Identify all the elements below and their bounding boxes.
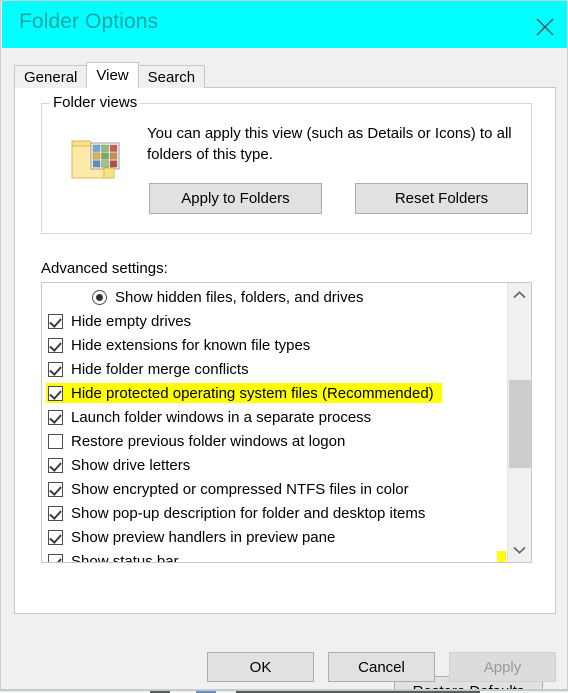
setting-label: Hide empty drives [71,312,192,330]
setting-label: Show encrypted or compressed NTFS files … [71,480,409,498]
setting-checkbox[interactable] [48,409,63,425]
setting-checkbox[interactable] [48,313,63,329]
stray-highlighter-mark [497,551,506,562]
advanced-settings-label: Advanced settings: [41,260,168,277]
setting-label: Hide protected operating system files (R… [71,384,434,402]
restore-defaults-label: Restore Defaults [413,683,525,689]
setting-label: Show drive letters [71,456,191,474]
setting-row[interactable]: Restore previous folder windows at logon [42,429,506,453]
folder-views-group: Folder views You can apply this view (su… [41,94,532,234]
ok-button[interactable]: OK [207,652,314,682]
close-button[interactable] [522,1,567,48]
apply-label: Apply [483,658,522,676]
cancel-button[interactable]: Cancel [328,652,435,682]
setting-checkbox[interactable] [48,505,63,521]
tab-general[interactable]: General [14,65,88,88]
scroll-down-button[interactable] [508,538,531,562]
setting-row[interactable]: Show status bar [42,549,506,563]
tab-view-label: View [96,67,129,84]
apply-to-folders-label: Apply to Folders [181,190,290,207]
reset-folders-button[interactable]: Reset Folders [355,183,528,214]
window-title: Folder Options [19,10,159,33]
folder-with-thumbnails-icon [71,140,120,179]
cancel-label: Cancel [358,658,405,676]
setting-row[interactable]: Show pop-up description for folder and d… [42,501,506,525]
setting-label: Launch folder windows in a separate proc… [71,408,372,426]
tab-search[interactable]: Search [137,65,206,88]
chevron-down-icon [513,546,526,554]
advanced-settings-items: Show hidden files, folders, and drives Hi… [42,283,506,563]
setting-label: Restore previous folder windows at logon [71,432,346,450]
setting-checkbox[interactable] [48,385,63,401]
folder-views-legend: Folder views [50,94,141,111]
scrollbar-thumb[interactable] [509,380,531,468]
view-tab-panel: Folder views You can apply this view (su… [14,87,556,689]
setting-label: Show preview handlers in preview pane [71,528,336,546]
tab-view[interactable]: View [86,62,139,88]
setting-checkbox[interactable] [48,433,63,449]
folder-views-description: You can apply this view (such as Details… [147,125,512,163]
advanced-settings-listbox[interactable]: Show hidden files, folders, and drives Hi… [41,282,532,563]
ok-label: OK [249,658,272,676]
setting-radio[interactable] [92,289,107,305]
setting-row[interactable]: Hide extensions for known file types [42,333,506,357]
title-bar: Folder Options [2,1,567,48]
setting-row[interactable]: Hide protected operating system files (R… [42,381,506,405]
folder-options-dialog: Folder Options General View Search Folde… [0,0,568,690]
settings-scrollbar[interactable] [507,283,531,562]
setting-checkbox[interactable] [48,481,63,497]
apply-to-folders-button[interactable]: Apply to Folders [149,183,322,214]
apply-button: Apply [449,652,556,682]
setting-checkbox[interactable] [48,553,63,562]
setting-label: Show hidden files, folders, and drives [115,288,364,306]
scroll-up-button[interactable] [508,283,531,307]
setting-row[interactable]: Hide empty drives [42,309,506,333]
setting-row[interactable]: Show drive letters [42,453,506,477]
setting-checkbox[interactable] [48,361,63,377]
tab-general-label: General [24,68,78,86]
setting-checkbox[interactable] [48,337,63,353]
reset-folders-label: Reset Folders [394,190,489,207]
tab-search-label: Search [147,68,196,86]
setting-row[interactable]: Hide folder merge conflicts [42,357,506,381]
setting-row[interactable]: Show encrypted or compressed NTFS files … [42,477,506,501]
setting-row[interactable]: Show preview handlers in preview pane [42,525,506,549]
setting-checkbox[interactable] [48,529,63,545]
setting-label: Show status bar [71,552,179,563]
setting-label: Hide extensions for known file types [71,336,311,354]
setting-label: Hide folder merge conflicts [71,360,249,378]
setting-label: Show pop-up description for folder and d… [71,504,426,522]
setting-row[interactable]: Launch folder windows in a separate proc… [42,405,506,429]
close-icon [536,18,554,36]
tab-strip: General View Search [14,62,206,88]
chevron-up-icon [513,291,526,299]
setting-row[interactable]: Show hidden files, folders, and drives [42,285,506,309]
setting-checkbox[interactable] [48,457,63,473]
